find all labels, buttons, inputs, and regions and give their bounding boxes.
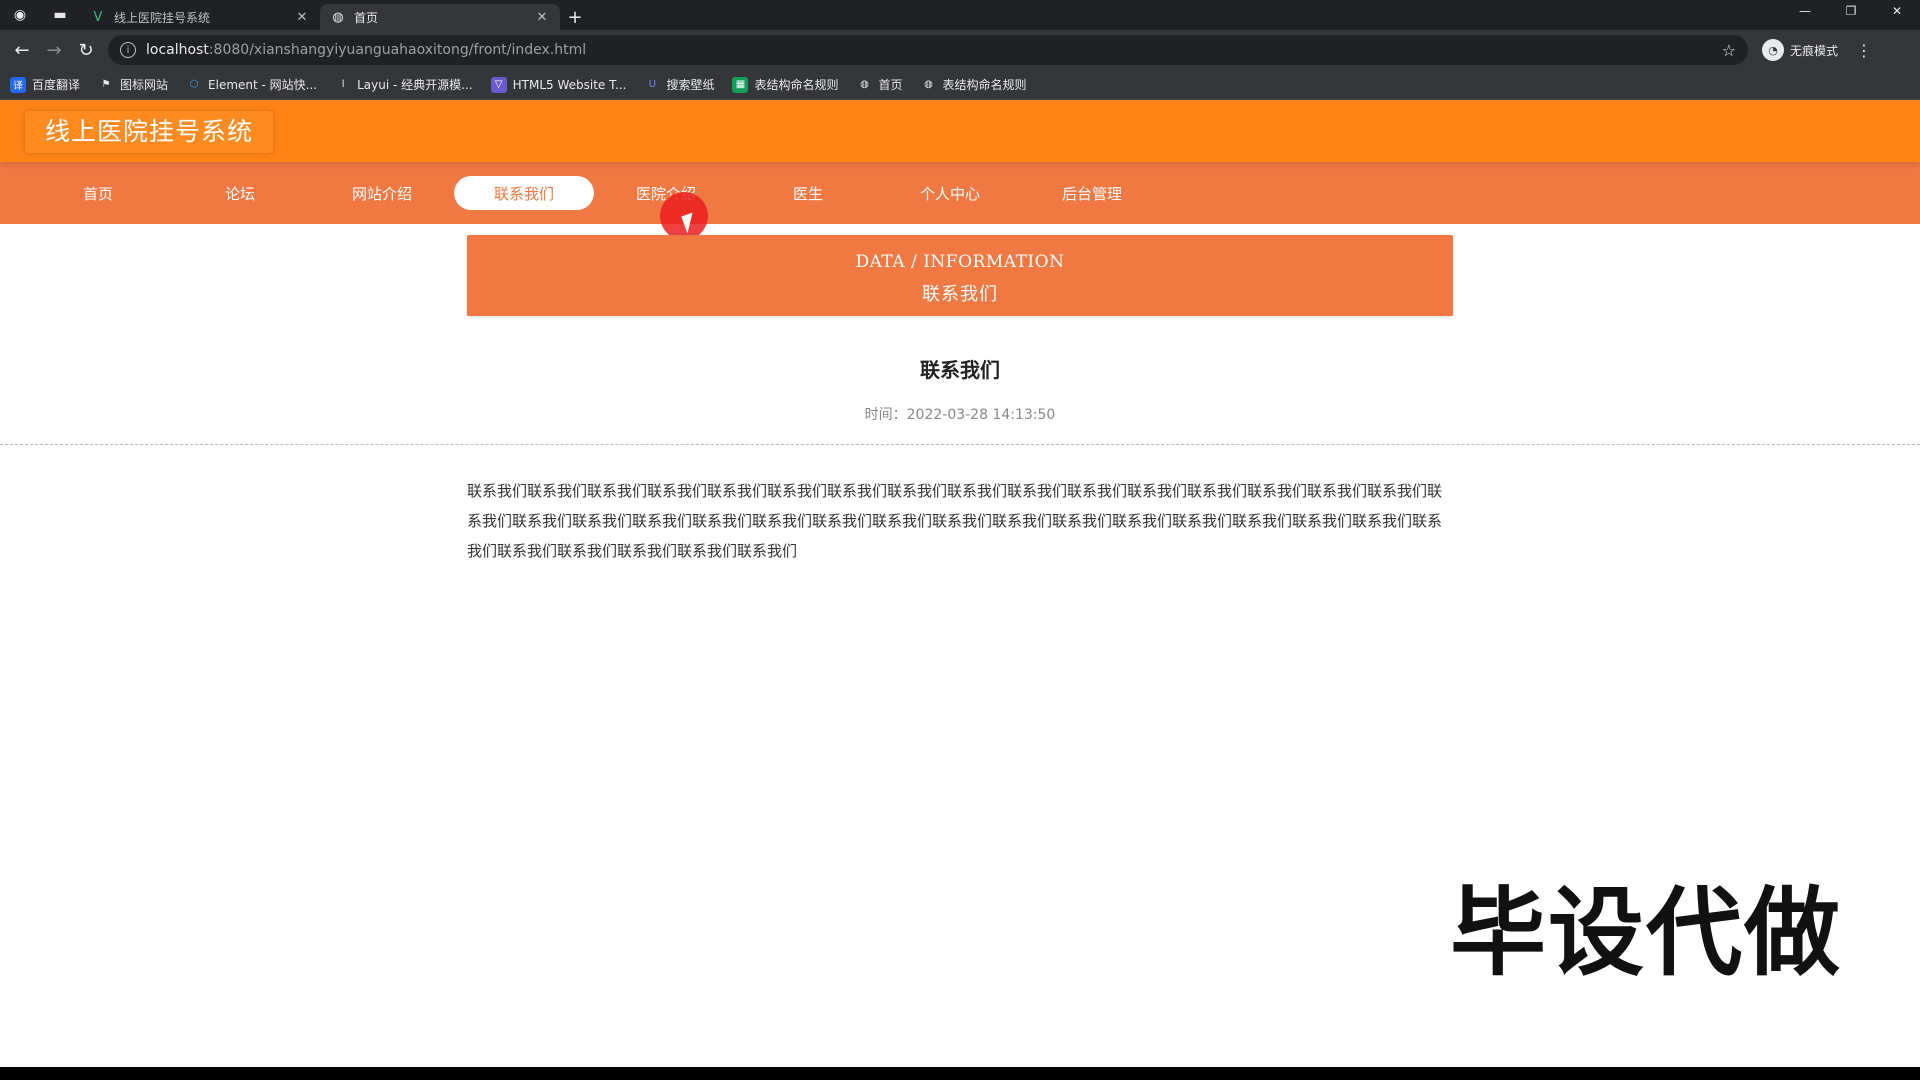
nav-item-admin[interactable]: 后台管理 [1022,176,1162,210]
browser-tabstrip: ◉ ▬ V 线上医院挂号系统 ✕ ◍ 首页 ✕ + — ❐ ✕ [0,0,1920,30]
bookmark-item[interactable]: ⚑ 图标网站 [98,76,169,93]
globe-icon: ◍ [924,79,933,90]
bookmark-label: HTML5 Website T... [512,77,627,92]
tab-title: 线上医院挂号系统 [114,10,211,25]
banner-chinese-title: 联系我们 [922,284,998,305]
vue-icon: V [93,9,103,25]
bookmark-label: 表结构命名规则 [754,78,839,92]
bookmarks-bar: 译百度翻译 ⚑ 图标网站 ⬡ Element - 网站快... l Layui - 经… [0,70,1920,100]
nav-item-doctors[interactable]: 医生 [738,176,878,210]
page-viewport: 线上医院挂号系统 首页 论坛 网站介绍 联系我们 医院介绍 医生 个人中心 后台… [0,100,1920,1067]
nav-item-personal-center[interactable]: 个人中心 [880,176,1020,210]
address-bar[interactable]: i localhost:8080/xianshangyiyuanguahaoxi… [108,35,1748,65]
wallpaper-icon: U [648,79,657,90]
nav-item-home[interactable]: 首页 [28,176,168,210]
element-icon: ⬡ [189,79,199,90]
nav-item-about-site[interactable]: 网站介绍 [312,176,452,210]
close-icon[interactable]: ✕ [294,10,310,25]
bookmark-item[interactable]: 译百度翻译 [10,76,80,93]
layui-icon: l [341,79,345,90]
watermark-text: 毕设代做 [1450,877,1842,989]
page-banner: DATA / INFORMATION 联系我们 [467,235,1453,316]
bookmark-label: 搜索壁纸 [666,78,715,92]
bookmark-item[interactable]: ▦ 表结构命名规则 [732,76,838,93]
flag-icon: ⚑ [101,79,111,90]
nav-item-contact[interactable]: 联系我们 [454,176,594,210]
minimize-icon[interactable]: — [1782,0,1828,22]
browser-menu-icon[interactable]: ◉ [0,0,40,30]
browser-toolbar: ← → ↻ i localhost:8080/xianshangyiyuangu… [0,30,1920,70]
bookmark-label: 表结构命名规则 [942,78,1027,92]
bookmark-star-icon[interactable]: ☆ [1722,41,1736,60]
bookmark-label: 首页 [878,78,903,92]
window-controls: — ❐ ✕ [1782,0,1920,30]
article-body: 联系我们联系我们联系我们联系我们联系我们联系我们联系我们联系我们联系我们联系我们… [467,482,1443,560]
bookmark-item[interactable]: U 搜索壁纸 [644,76,715,93]
site-info-icon[interactable]: i [120,42,136,58]
browser-tab-0[interactable]: V 线上医院挂号系统 ✕ [80,4,320,30]
back-icon[interactable]: ← [6,34,38,66]
browser-tab-1[interactable]: ◍ 首页 ✕ [320,4,560,30]
incognito-icon: ◔ [1762,39,1784,61]
restore-icon[interactable]: ❐ [1828,0,1874,22]
nav-item-forum[interactable]: 论坛 [170,176,310,210]
forward-icon[interactable]: → [38,34,70,66]
banner-english-title: DATA / INFORMATION [855,252,1065,272]
incognito-label: 无痕模式 [1790,43,1839,58]
close-icon[interactable]: ✕ [534,10,550,25]
article-timestamp: 时间：2022-03-28 14:13:50 [864,407,1056,423]
url-host: localhost [146,42,209,58]
site-nav: 首页 论坛 网站介绍 联系我们 医院介绍 医生 个人中心 后台管理 [0,162,1920,224]
site-header: 线上医院挂号系统 [0,100,1920,162]
translate-icon: 译 [10,76,26,93]
bookmark-item[interactable]: ▽ HTML5 Website T... [490,76,627,93]
site-title[interactable]: 线上医院挂号系统 [25,111,274,153]
bookmark-label: Layui - 经典开源模... [357,78,473,92]
url-path: :8080/xianshangyiyuanguahaoxitong/front/… [208,42,587,58]
sheet-icon: ▦ [732,76,749,93]
bookmark-item[interactable]: ◍ 表结构命名规则 [921,76,1027,93]
screen-bottom-border [0,1067,1920,1080]
globe-icon: ◍ [332,9,344,25]
tab-title: 首页 [354,10,379,25]
bookmark-item[interactable]: l Layui - 经典开源模... [335,76,473,93]
browser-more-icon[interactable]: ⋮ [1856,41,1872,60]
divider [0,444,1920,445]
bookmark-label: 百度翻译 [32,78,81,92]
bookmark-label: 图标网站 [120,78,169,92]
new-tab-button[interactable]: + [560,4,590,30]
bookmark-item[interactable]: ◍ 首页 [856,76,902,93]
bookmark-item[interactable]: ⬡ Element - 网站快... [186,76,317,93]
article-title: 联系我们 [920,358,1000,382]
reload-icon[interactable]: ↻ [70,34,102,66]
globe-icon: ◍ [860,79,869,90]
html5-icon: ▽ [490,76,507,93]
bookmark-label: Element - 网站快... [208,78,318,92]
window-close-icon[interactable]: ✕ [1874,0,1920,22]
tab-search-icon[interactable]: ▬ [40,0,80,30]
incognito-indicator[interactable]: ◔ 无痕模式 [1762,39,1838,61]
